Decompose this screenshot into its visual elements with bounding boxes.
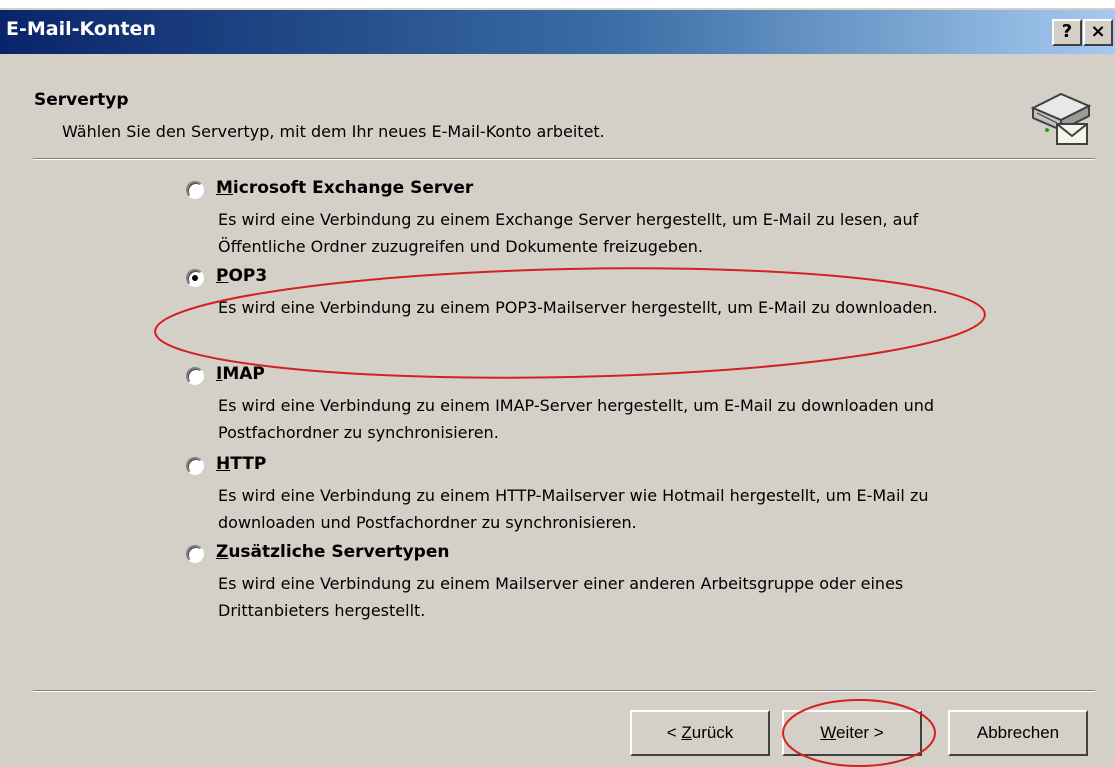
option-pop3-label: POP3 xyxy=(216,266,268,286)
radio-imap[interactable] xyxy=(186,367,204,385)
title-bar[interactable]: E-Mail-Konten ? × xyxy=(0,10,1115,54)
help-button[interactable]: ? xyxy=(1052,19,1082,46)
option-exchange-description: Es wird eine Verbindung zu einem Exchang… xyxy=(218,210,919,256)
option-http-label: HTTP xyxy=(216,454,267,474)
option-pop3[interactable]: POP3 Es wird eine Verbindung zu einem PO… xyxy=(186,266,986,346)
page-title: Servertyp xyxy=(34,90,129,110)
option-additional-servers-label: Zusätzliche Servertypen xyxy=(216,542,450,562)
radio-pop3[interactable] xyxy=(186,269,204,287)
close-button[interactable]: × xyxy=(1083,19,1113,46)
back-button[interactable]: < Zurück xyxy=(630,710,770,756)
page-subtitle: Wählen Sie den Servertyp, mit dem Ihr ne… xyxy=(62,122,605,141)
option-http[interactable]: HTTP Es wird eine Verbindung zu einem HT… xyxy=(186,454,986,534)
header-separator xyxy=(33,158,1095,160)
radio-exchange[interactable] xyxy=(186,181,204,199)
radio-http[interactable] xyxy=(186,457,204,475)
radio-additional-servers[interactable] xyxy=(186,545,204,563)
option-exchange[interactable]: Microsoft Exchange Server Es wird eine V… xyxy=(186,178,986,258)
option-exchange-label: Microsoft Exchange Server xyxy=(216,178,474,198)
cancel-button[interactable]: Abbrechen xyxy=(948,710,1088,756)
option-pop3-description: Es wird eine Verbindung zu einem POP3-Ma… xyxy=(218,298,938,317)
mail-server-icon xyxy=(1030,92,1092,145)
option-additional-servers[interactable]: Zusätzliche Servertypen Es wird eine Ver… xyxy=(186,542,986,622)
footer-separator xyxy=(33,690,1095,692)
option-additional-servers-description: Es wird eine Verbindung zu einem Mailser… xyxy=(218,574,904,620)
option-imap-label: IMAP xyxy=(216,364,265,384)
window-title: E-Mail-Konten xyxy=(6,18,156,40)
option-imap-description: Es wird eine Verbindung zu einem IMAP-Se… xyxy=(218,396,935,442)
option-imap[interactable]: IMAP Es wird eine Verbindung zu einem IM… xyxy=(186,364,986,444)
next-button[interactable]: Weiter > xyxy=(782,710,922,756)
option-http-description: Es wird eine Verbindung zu einem HTTP-Ma… xyxy=(218,486,929,532)
email-accounts-dialog: E-Mail-Konten ? × Servertyp Wählen Sie d… xyxy=(0,8,1115,767)
